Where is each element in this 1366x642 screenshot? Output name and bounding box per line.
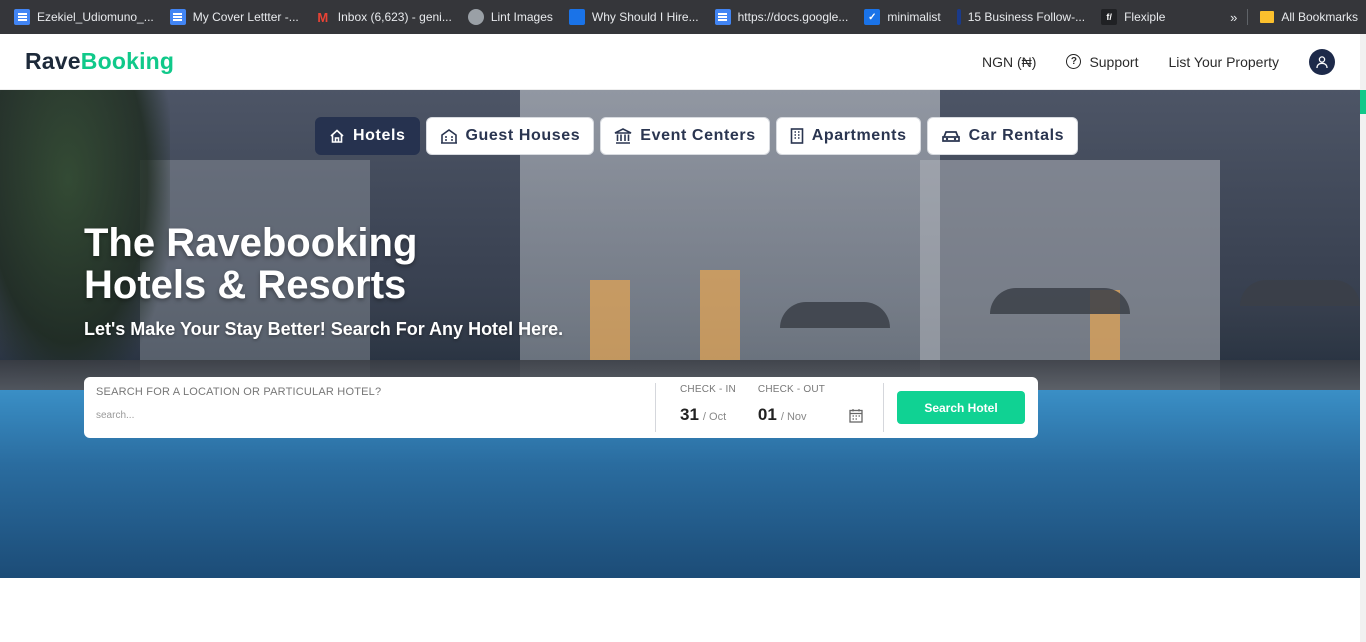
scrollbar-thumb[interactable] <box>1360 90 1366 114</box>
bookmark-item[interactable]: Why Should I Hire... <box>561 5 707 29</box>
docs-icon <box>14 9 30 25</box>
support-link[interactable]: ? Support <box>1066 54 1138 70</box>
location-field[interactable]: SEARCH FOR A LOCATION OR PARTICULAR HOTE… <box>84 383 656 432</box>
hero-building-right <box>920 160 1220 390</box>
bookmark-item[interactable]: My Cover Lettter -... <box>162 5 307 29</box>
search-hotel-button[interactable]: Search Hotel <box>897 391 1025 424</box>
folder-icon <box>1260 11 1275 23</box>
site-icon <box>568 9 585 25</box>
hero-umbrella <box>1240 280 1360 306</box>
docs-icon <box>714 9 731 25</box>
bookmarks-bar: Ezekiel_Udiomuno_... My Cover Lettter -.… <box>0 0 1366 34</box>
checkin-day: 31 <box>680 405 699 424</box>
bookmark-item[interactable]: M Inbox (6,623) - geni... <box>307 5 460 29</box>
bookmark-label: https://docs.google... <box>737 10 849 24</box>
building-icon <box>440 129 457 144</box>
bookmark-item[interactable]: Lint Images <box>460 5 561 29</box>
bookmark-label: My Cover Lettter -... <box>192 10 299 24</box>
bookmark-label: Inbox (6,623) - geni... <box>337 10 452 24</box>
user-icon <box>1316 55 1328 68</box>
page-scrollbar[interactable] <box>1360 34 1366 642</box>
hero-window-light <box>700 270 740 360</box>
date-range-picker[interactable]: CHECK - IN 31 / Oct CHECK - OUT 01 / Nov <box>656 383 884 432</box>
bookmark-label: Lint Images <box>490 10 553 24</box>
question-icon: ? <box>1066 54 1082 69</box>
search-panel: SEARCH FOR A LOCATION OR PARTICULAR HOTE… <box>84 377 1038 438</box>
tab-label: Car Rentals <box>968 127 1065 144</box>
checkout-field[interactable]: CHECK - OUT 01 / Nov <box>758 384 825 432</box>
gmail-icon: M <box>317 9 329 25</box>
hero-window-light <box>590 280 630 360</box>
logo-part-booking: Booking <box>80 48 175 74</box>
more-bookmarks-chevron-icon[interactable]: » <box>1224 10 1243 25</box>
bookmark-label: minimalist <box>887 10 941 24</box>
bookmark-label: Why Should I Hire... <box>591 10 699 24</box>
site-header: RaveBooking NGN (₦) ? Support List Your … <box>0 34 1360 90</box>
bookmark-item[interactable]: Ezekiel_Udiomuno_... <box>6 5 162 29</box>
checkin-field[interactable]: CHECK - IN 31 / Oct <box>680 384 736 432</box>
list-property-link[interactable]: List Your Property <box>1168 54 1279 70</box>
all-bookmarks-button[interactable]: All Bookmarks <box>1252 5 1366 29</box>
tab-label: Event Centers <box>640 127 756 144</box>
globe-icon <box>467 9 484 25</box>
support-label: Support <box>1089 53 1139 70</box>
bookmark-item[interactable]: 15 Business Follow-... <box>949 5 1093 29</box>
checkout-day: 01 <box>757 405 777 424</box>
site-icon <box>956 9 961 25</box>
currency-selector[interactable]: NGN (₦) <box>982 54 1036 70</box>
bookmark-item[interactable]: https://docs.google... <box>707 5 857 29</box>
docs-icon <box>169 9 186 25</box>
bookmark-label: 15 Business Follow-... <box>967 10 1086 24</box>
search-input[interactable] <box>96 410 643 421</box>
hero-title: The Ravebooking Hotels & Resorts <box>84 222 417 306</box>
tab-label: Guest Houses <box>465 127 581 144</box>
checkin-label: CHECK - IN <box>680 384 736 395</box>
tab-label: Apartments <box>811 127 907 144</box>
hero-umbrella <box>990 288 1130 314</box>
bookmark-label: Ezekiel_Udiomuno_... <box>37 10 154 24</box>
tab-guest-houses[interactable]: Guest Houses <box>425 117 595 155</box>
checkout-label: CHECK - OUT <box>757 384 826 395</box>
bank-icon <box>614 128 632 144</box>
location-label: SEARCH FOR A LOCATION OR PARTICULAR HOTE… <box>96 386 382 398</box>
hero-umbrella <box>780 302 890 328</box>
tab-event-centers[interactable]: Event Centers <box>600 117 770 155</box>
car-icon <box>941 131 960 142</box>
bookmark-label: Flexiple <box>1124 10 1166 24</box>
user-avatar-button[interactable] <box>1309 48 1335 75</box>
apartment-icon <box>790 128 804 144</box>
checkin-month: / Oct <box>702 411 727 423</box>
header-menu: NGN (₦) ? Support List Your Property <box>982 48 1335 75</box>
flexiple-icon: f/ <box>1101 9 1118 25</box>
divider <box>1247 9 1249 25</box>
checkout-month: / Nov <box>780 411 807 423</box>
all-bookmarks-label: All Bookmarks <box>1281 10 1358 24</box>
tab-car-rentals[interactable]: Car Rentals <box>926 117 1079 155</box>
home-icon <box>330 129 344 143</box>
tab-apartments[interactable]: Apartments <box>775 117 921 155</box>
check-icon: ✓ <box>864 9 881 25</box>
hero-subtitle: Let's Make Your Stay Better! Search For … <box>84 319 564 339</box>
bookmark-item[interactable]: ✓ minimalist <box>856 5 948 29</box>
tab-hotels[interactable]: Hotels <box>315 117 420 155</box>
logo[interactable]: RaveBooking <box>25 48 174 75</box>
hero-title-line: The Ravebooking <box>84 221 418 265</box>
hero-banner: Hotels Guest Houses Event Centers Apartm… <box>0 90 1360 578</box>
bookmark-item[interactable]: f/ Flexiple <box>1093 5 1173 29</box>
hero-title-line: Hotels & Resorts <box>84 263 407 307</box>
logo-part-rave: Rave <box>25 48 81 74</box>
calendar-icon[interactable] <box>849 408 863 423</box>
category-tabs: Hotels Guest Houses Event Centers Apartm… <box>315 117 1079 155</box>
tab-label: Hotels <box>353 127 406 144</box>
